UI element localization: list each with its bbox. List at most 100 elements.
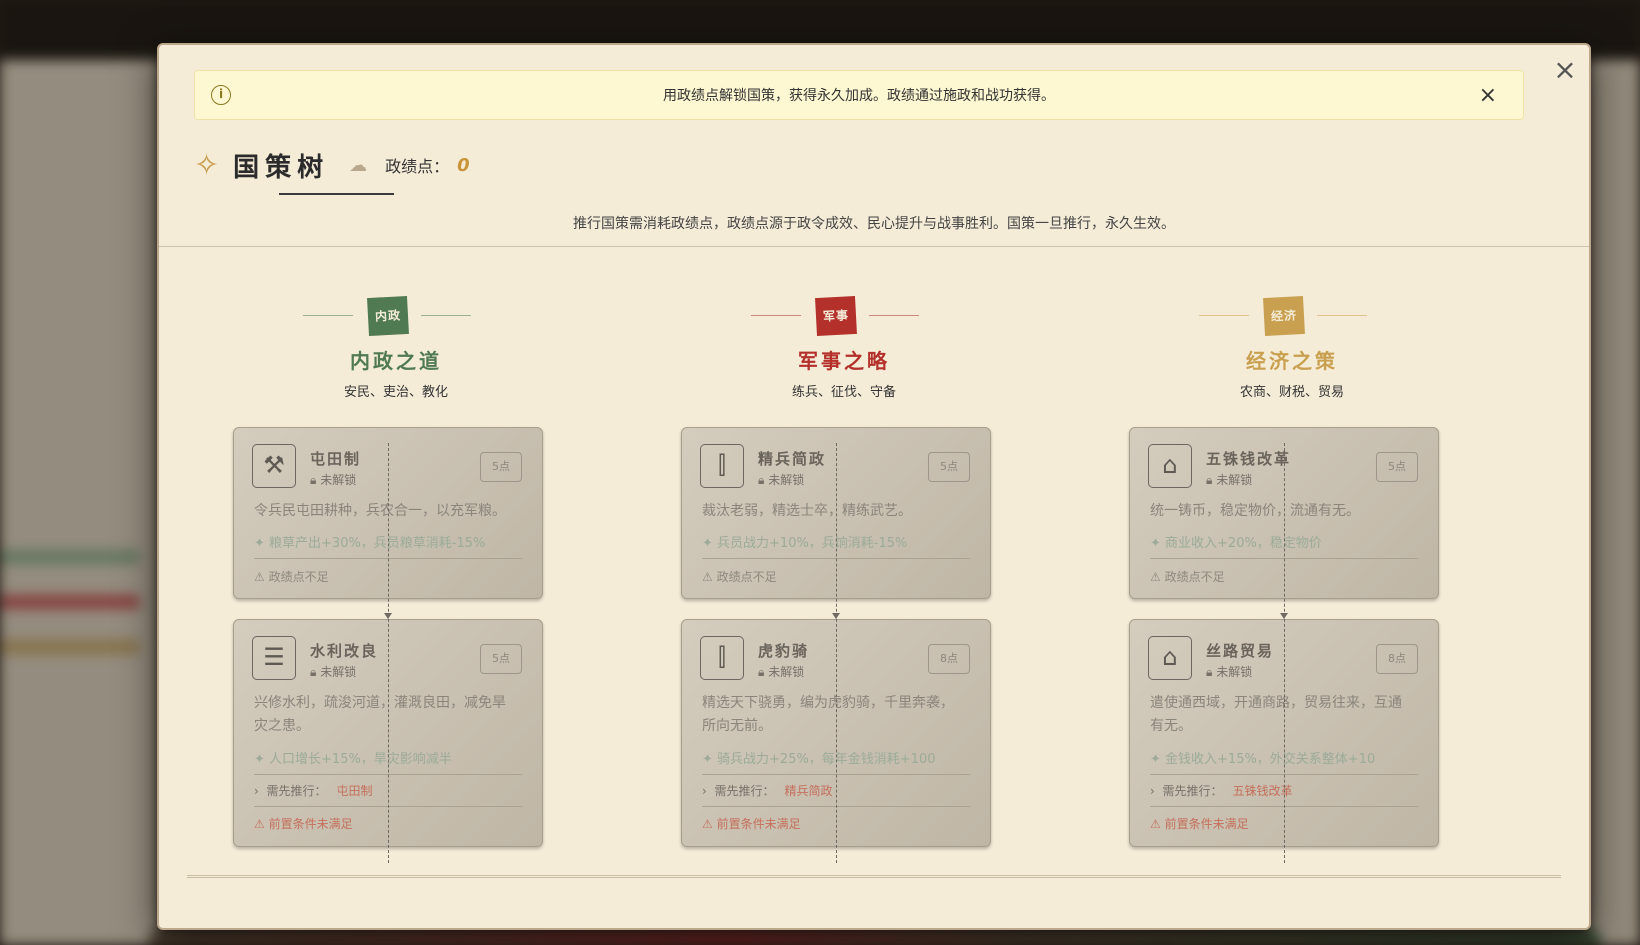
cost-badge: 5点 [928,452,970,482]
close-icon[interactable]: × [1479,83,1497,108]
warning-icon: ⚠ [702,817,717,831]
warehouse-icon: ⌂ [1148,636,1192,680]
policy-name: 水利改良 [310,642,379,660]
warning-status: ⚠ 前置条件未满足 [254,815,353,832]
lock-label: 未解锁 [320,665,357,679]
prerequisite-name: 屯田制 [336,784,373,798]
column-badge: 内政 [367,295,409,337]
cost-badge: 8点 [928,644,970,674]
column-title: 经济之策 [1246,349,1338,373]
warning-icon: ⚠ [254,570,269,584]
policy-name: 虎豹骑 [758,642,810,660]
header-divider [159,246,1589,247]
connector-arrow-icon [832,613,840,619]
lock-status: 🔒︎ 未解锁 [1206,471,1252,488]
column-subtitle: 练兵、征伐、守备 [791,385,896,400]
lock-status: 🔒︎ 未解锁 [310,663,356,680]
column-title: 军事之略 [798,349,890,373]
badge-line [1199,315,1249,316]
lock-icon: 🔒︎ [758,473,769,487]
connector-arrow-icon [384,613,392,619]
lock-status: 🔒︎ 未解锁 [758,471,804,488]
column-header: 军事 军事之略 练兵、征伐、守备 [679,293,1009,408]
column-title: 内政之道 [350,349,442,373]
policy-description: 裁汰老弱，精选士卒，精练武艺。 [702,503,912,519]
close-icon[interactable]: × [1551,56,1579,85]
warning-status: ⚠ 前置条件未满足 [702,815,801,832]
lock-label: 未解锁 [320,473,357,487]
column-badge: 经济 [1263,295,1305,337]
lock-label: 未解锁 [1216,665,1253,679]
lock-icon: 🔒︎ [1206,473,1217,487]
lock-status: 🔒︎ 未解锁 [310,471,356,488]
lock-icon: 🔒︎ [310,665,321,679]
soldier-icon: ⫿ [700,636,744,680]
warning-text: 政绩点不足 [268,570,329,584]
policy-name: 五铢钱改革 [1206,450,1292,468]
lock-label: 未解锁 [768,473,805,487]
policy-column: 经济 经济之策 农商、财税、贸易 ⌂ 五铢钱改革 🔒︎ 未解锁 5点 统一铸币，… [1127,293,1457,863]
warning-icon: ⚠ [702,570,717,584]
warning-icon: ⚠ [1150,570,1165,584]
connector-line [388,443,389,863]
policy-description: 精选天下骁勇，编为虎豹骑，千里奔袭，所向无前。 [702,695,954,734]
warning-status: ⚠ 政绩点不足 [702,568,777,585]
policy-description: 令兵民屯田耕种，兵农合一，以充军粮。 [254,503,506,519]
lock-label: 未解锁 [768,665,805,679]
cost-badge: 5点 [1376,452,1418,482]
prerequisite-label: 需先推行： [1162,784,1223,798]
sparkle-icon: ✧ [194,147,220,183]
column-badge: 军事 [815,295,857,337]
points-value: 0 [457,154,470,176]
prerequisite-name: 精兵简政 [784,784,833,798]
policy-description: 遣使通西域，开通商路，贸易往来，互通有无。 [1150,695,1402,734]
warning-text: 前置条件未满足 [716,817,801,831]
policy-name: 屯田制 [310,450,362,468]
column-header: 经济 经济之策 农商、财税、贸易 [1127,293,1457,408]
badge-line [751,315,801,316]
policy-name: 精兵简政 [758,450,827,468]
warning-icon: ⚠ [1150,817,1165,831]
connector-arrow-icon [1280,613,1288,619]
chevron-right-icon: › [1150,784,1163,798]
prerequisite: › 需先推行： 五铢钱改革 [1150,782,1292,799]
prerequisite-label: 需先推行： [266,784,327,798]
title-underline [279,193,394,195]
badge-line [303,315,353,316]
lock-icon: 🔒︎ [758,665,769,679]
cost-badge: 8点 [1376,644,1418,674]
points-label: 政绩点： [385,157,450,176]
warning-icon: ⚠ [254,817,269,831]
soldier-icon: ⫿ [700,444,744,488]
column-header: 内政 内政之道 安民、吏治、教化 [231,293,561,408]
lock-icon: 🔒︎ [1206,665,1217,679]
policy-tree-modal: × i 用政绩点解锁国策，获得永久加成。政绩通过施政和战功获得。 × ✧ 国策树… [157,43,1591,930]
badge-line [869,315,919,316]
column-subtitle: 农商、财税、贸易 [1239,385,1344,400]
warning-status: ⚠ 政绩点不足 [1150,568,1225,585]
cost-badge: 5点 [480,644,522,674]
info-icon: i [211,85,231,105]
scroll-icon: ☰ [252,636,296,680]
cloud-icon: ☁ [349,154,368,176]
badge-line [1317,315,1367,316]
connector-line [836,443,837,863]
info-notice: i 用政绩点解锁国策，获得永久加成。政绩通过施政和战功获得。 × [194,70,1524,120]
warning-text: 前置条件未满足 [268,817,353,831]
page-title: 国策树 [233,152,330,183]
lock-status: 🔒︎ 未解锁 [1206,663,1252,680]
warning-text: 政绩点不足 [716,570,777,584]
cost-badge: 5点 [480,452,522,482]
policy-name: 丝路贸易 [1206,642,1275,660]
warning-status: ⚠ 前置条件未满足 [1150,815,1249,832]
plow-icon: ⚒ [252,444,296,488]
prerequisite: › 需先推行： 屯田制 [254,782,372,799]
warehouse-icon: ⌂ [1148,444,1192,488]
lock-label: 未解锁 [1216,473,1253,487]
column-subtitle: 安民、吏治、教化 [343,385,448,400]
policy-description: 统一铸币，稳定物价，流通有无。 [1150,503,1360,519]
warning-text: 前置条件未满足 [1164,817,1249,831]
connector-line [1284,443,1285,863]
policy-column: 内政 内政之道 安民、吏治、教化 ⚒ 屯田制 🔒︎ 未解锁 5点 令兵民屯田耕种… [231,293,561,863]
prerequisite-label: 需先推行： [714,784,775,798]
